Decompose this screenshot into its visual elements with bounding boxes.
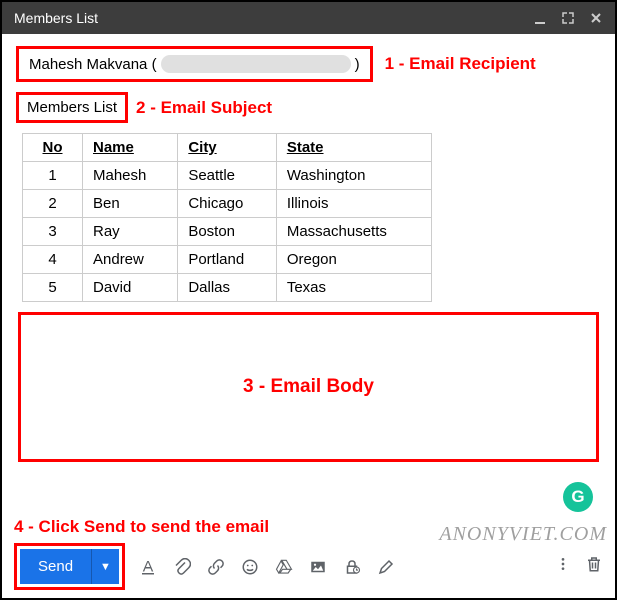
emoji-icon[interactable] — [241, 558, 259, 576]
members-table: No Name City State 1 Mahesh Seattle Wash… — [22, 133, 432, 302]
cell-city: Portland — [178, 246, 277, 274]
table-row: 3 Ray Boston Massachusetts — [23, 218, 432, 246]
cell-no: 4 — [23, 246, 83, 274]
cell-name: Ben — [83, 190, 178, 218]
send-options-button[interactable]: ▼ — [91, 549, 119, 584]
table-row: 1 Mahesh Seattle Washington — [23, 162, 432, 190]
email-body-area[interactable]: 3 - Email Body — [18, 312, 599, 462]
table-row: 2 Ben Chicago Illinois — [23, 190, 432, 218]
cell-name: Mahesh — [83, 162, 178, 190]
table-header-row: No Name City State — [23, 134, 432, 162]
cell-no: 5 — [23, 274, 83, 302]
cell-name: Andrew — [83, 246, 178, 274]
col-state: State — [276, 134, 431, 162]
cell-no: 1 — [23, 162, 83, 190]
format-toolbar — [139, 558, 395, 576]
cell-state: Texas — [276, 274, 431, 302]
recipient-field[interactable]: Mahesh Makvana ( ) — [16, 46, 373, 82]
send-area: 4 - Click Send to send the email Send ▼ — [14, 517, 603, 590]
pen-icon[interactable] — [377, 558, 395, 576]
annotation-4: 4 - Click Send to send the email — [14, 517, 269, 537]
toolbar-right — [555, 555, 603, 578]
compose-toolbar: Send ▼ — [14, 543, 603, 590]
compose-content: Mahesh Makvana ( ) 1 - Email Recipient M… — [2, 34, 615, 462]
window-title: Members List — [14, 10, 98, 26]
cell-name: David — [83, 274, 178, 302]
trash-icon[interactable] — [585, 555, 603, 578]
send-button-highlight: Send ▼ — [14, 543, 125, 590]
cell-city: Seattle — [178, 162, 277, 190]
recipient-name-prefix: Mahesh Makvana ( — [29, 56, 157, 73]
col-no: No — [23, 134, 83, 162]
window-controls — [533, 11, 603, 25]
cell-state: Massachusetts — [276, 218, 431, 246]
grammarly-glyph: G — [571, 487, 584, 507]
recipient-email-chip[interactable] — [161, 55, 351, 73]
col-city: City — [178, 134, 277, 162]
close-icon[interactable] — [589, 11, 603, 25]
cell-no: 2 — [23, 190, 83, 218]
subject-row-wrap: Members List 2 - Email Subject — [16, 92, 601, 123]
fullscreen-icon[interactable] — [561, 11, 575, 25]
confidential-icon[interactable] — [343, 558, 361, 576]
cell-state: Washington — [276, 162, 431, 190]
drive-icon[interactable] — [275, 558, 293, 576]
image-icon[interactable] — [309, 558, 327, 576]
cell-state: Illinois — [276, 190, 431, 218]
cell-city: Chicago — [178, 190, 277, 218]
annotation-2: 2 - Email Subject — [136, 98, 272, 118]
cell-name: Ray — [83, 218, 178, 246]
annotation-3: 3 - Email Body — [243, 376, 374, 398]
attach-icon[interactable] — [173, 558, 191, 576]
recipient-row-wrap: Mahesh Makvana ( ) 1 - Email Recipient — [16, 46, 601, 82]
annotation-1: 1 - Email Recipient — [385, 54, 536, 74]
subject-text: Members List — [27, 99, 117, 116]
cell-no: 3 — [23, 218, 83, 246]
link-icon[interactable] — [207, 558, 225, 576]
send-button-label: Send — [38, 558, 73, 575]
email-body-table-wrap: No Name City State 1 Mahesh Seattle Wash… — [16, 133, 601, 302]
more-options-icon[interactable] — [555, 556, 571, 577]
cell-state: Oregon — [276, 246, 431, 274]
minimize-icon[interactable] — [533, 11, 547, 25]
window-titlebar: Members List — [2, 2, 615, 34]
cell-city: Dallas — [178, 274, 277, 302]
format-text-icon[interactable] — [139, 558, 157, 576]
cell-city: Boston — [178, 218, 277, 246]
recipient-name-suffix: ) — [355, 56, 360, 73]
table-row: 5 David Dallas Texas — [23, 274, 432, 302]
grammarly-icon[interactable]: G — [563, 482, 593, 512]
send-button[interactable]: Send — [20, 549, 91, 584]
table-row: 4 Andrew Portland Oregon — [23, 246, 432, 274]
subject-field[interactable]: Members List — [16, 92, 128, 123]
col-name: Name — [83, 134, 178, 162]
